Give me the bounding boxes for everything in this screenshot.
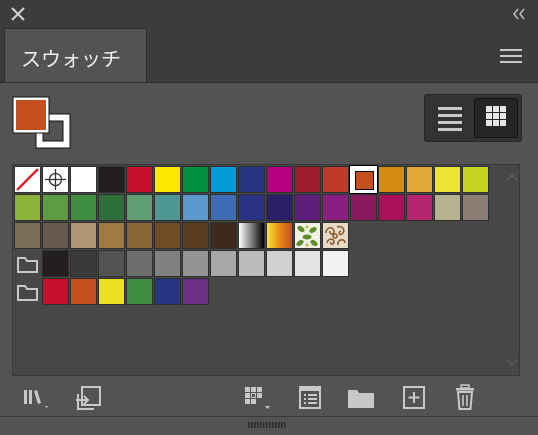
color-swatch[interactable] bbox=[378, 166, 405, 193]
swatch-pattern-foliage[interactable] bbox=[294, 222, 321, 249]
swatch-grid bbox=[12, 164, 520, 376]
color-swatch[interactable] bbox=[70, 278, 97, 305]
color-swatch[interactable] bbox=[42, 278, 69, 305]
color-swatch[interactable] bbox=[462, 194, 489, 221]
panel-header-bar bbox=[0, 0, 538, 28]
color-swatch[interactable] bbox=[266, 166, 293, 193]
color-swatch[interactable] bbox=[154, 194, 181, 221]
color-swatch[interactable] bbox=[98, 278, 125, 305]
color-swatch[interactable] bbox=[294, 194, 321, 221]
color-swatch[interactable] bbox=[406, 166, 433, 193]
color-swatch[interactable] bbox=[182, 278, 209, 305]
color-swatch[interactable] bbox=[434, 166, 461, 193]
color-swatch[interactable] bbox=[126, 166, 153, 193]
new-swatch-icon[interactable] bbox=[400, 384, 430, 412]
color-swatch[interactable] bbox=[154, 250, 181, 277]
color-swatch[interactable] bbox=[70, 250, 97, 277]
delete-swatch-icon[interactable] bbox=[450, 384, 480, 412]
color-swatch[interactable] bbox=[238, 194, 265, 221]
color-swatch[interactable] bbox=[294, 250, 321, 277]
swatch-kind-menu-icon[interactable] bbox=[242, 384, 272, 412]
color-swatch[interactable] bbox=[42, 250, 69, 277]
color-swatch[interactable] bbox=[98, 166, 125, 193]
tab-swatches[interactable]: スウォッチ bbox=[4, 28, 147, 82]
color-swatch[interactable] bbox=[14, 222, 41, 249]
color-swatch[interactable] bbox=[378, 194, 405, 221]
collapse-panel-icon[interactable] bbox=[510, 5, 528, 23]
color-swatch[interactable] bbox=[182, 166, 209, 193]
color-swatch[interactable] bbox=[210, 250, 237, 277]
libraries-icon[interactable] bbox=[22, 384, 52, 412]
place-swatch-icon[interactable] bbox=[74, 384, 104, 412]
color-swatch[interactable] bbox=[266, 250, 293, 277]
color-swatch[interactable] bbox=[322, 194, 349, 221]
color-swatch[interactable] bbox=[126, 250, 153, 277]
color-swatch[interactable] bbox=[154, 222, 181, 249]
color-group-folder-icon[interactable] bbox=[15, 253, 41, 275]
color-swatch[interactable] bbox=[294, 166, 321, 193]
color-swatch[interactable] bbox=[42, 222, 69, 249]
color-swatch[interactable] bbox=[182, 194, 209, 221]
tab-row: スウォッチ bbox=[0, 28, 538, 83]
color-swatch[interactable] bbox=[14, 194, 41, 221]
close-icon[interactable] bbox=[9, 5, 27, 23]
new-color-group-icon[interactable] bbox=[346, 384, 376, 412]
color-swatch[interactable] bbox=[98, 222, 125, 249]
color-swatch[interactable] bbox=[98, 250, 125, 277]
color-swatch[interactable] bbox=[462, 166, 489, 193]
color-swatch[interactable] bbox=[70, 166, 97, 193]
swatch-none[interactable] bbox=[14, 166, 41, 193]
color-swatch[interactable] bbox=[70, 194, 97, 221]
grid-view-icon bbox=[486, 106, 506, 126]
swatch-gradient-bw[interactable] bbox=[238, 222, 265, 249]
color-swatch[interactable] bbox=[210, 194, 237, 221]
color-swatch[interactable] bbox=[406, 194, 433, 221]
color-swatch-selected[interactable] bbox=[349, 165, 378, 194]
fill-color-box[interactable] bbox=[16, 100, 46, 130]
list-view-icon bbox=[438, 107, 462, 131]
panel-menu-icon[interactable] bbox=[500, 48, 522, 64]
color-swatch[interactable] bbox=[70, 222, 97, 249]
grid-view-button[interactable] bbox=[474, 98, 518, 138]
swatch-options-icon[interactable] bbox=[296, 384, 326, 412]
color-swatch[interactable] bbox=[182, 222, 209, 249]
scroll-down-icon[interactable] bbox=[506, 359, 518, 367]
tab-swatches-label: スウォッチ bbox=[21, 47, 121, 71]
color-swatch[interactable] bbox=[238, 250, 265, 277]
color-swatch[interactable] bbox=[322, 250, 349, 277]
color-swatch[interactable] bbox=[350, 194, 377, 221]
fill-stroke-indicator[interactable] bbox=[12, 96, 74, 152]
color-swatch[interactable] bbox=[434, 194, 461, 221]
color-swatch[interactable] bbox=[126, 194, 153, 221]
color-swatch[interactable] bbox=[154, 166, 181, 193]
color-group-folder-icon[interactable] bbox=[15, 281, 41, 303]
color-swatch[interactable] bbox=[210, 166, 237, 193]
list-view-button[interactable] bbox=[428, 98, 472, 138]
view-mode-toggle bbox=[424, 94, 522, 142]
color-swatch[interactable] bbox=[210, 222, 237, 249]
color-swatch[interactable] bbox=[182, 250, 209, 277]
color-swatch[interactable] bbox=[322, 166, 349, 193]
color-swatch[interactable] bbox=[126, 278, 153, 305]
color-swatch[interactable] bbox=[266, 194, 293, 221]
color-swatch[interactable] bbox=[238, 166, 265, 193]
color-swatch[interactable] bbox=[42, 194, 69, 221]
swatch-pattern-paisley[interactable] bbox=[322, 222, 349, 249]
scroll-up-icon[interactable] bbox=[506, 173, 518, 181]
color-swatch[interactable] bbox=[154, 278, 181, 305]
color-swatch[interactable] bbox=[98, 194, 125, 221]
resize-grip-icon[interactable] bbox=[247, 421, 287, 429]
color-swatch[interactable] bbox=[126, 222, 153, 249]
swatch-registration[interactable] bbox=[42, 166, 69, 193]
swatch-gradient-orange[interactable] bbox=[266, 222, 293, 249]
